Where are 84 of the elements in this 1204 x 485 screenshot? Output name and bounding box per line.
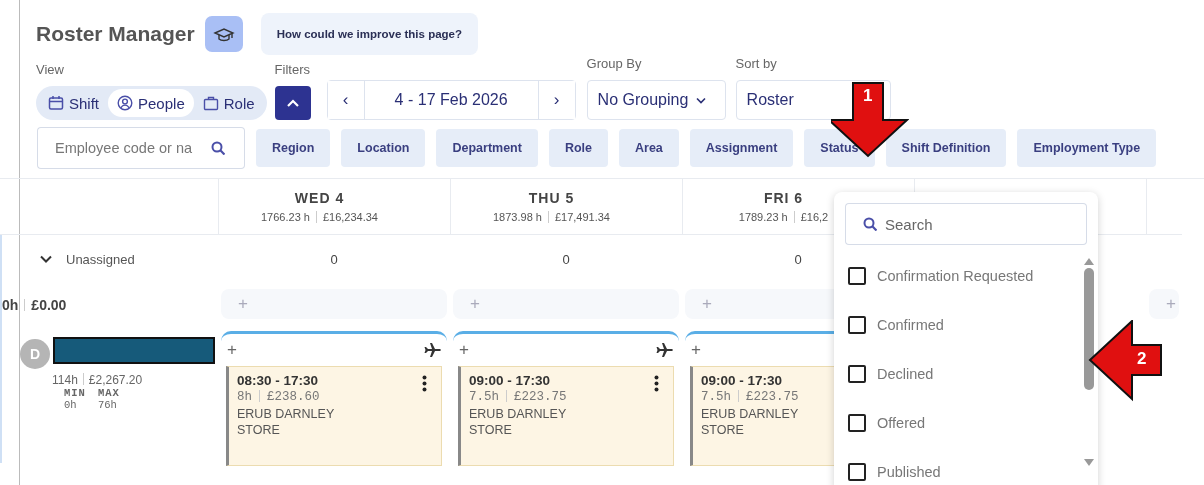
employee-hours: 114h bbox=[52, 373, 78, 387]
min-hours: 0h bbox=[64, 399, 78, 411]
shift-location: ERUB DARNLEY STORE bbox=[469, 406, 568, 439]
chevron-down-icon[interactable] bbox=[40, 255, 52, 263]
filter-chip[interactable]: Region bbox=[256, 129, 331, 167]
day-heading: FRI 6 bbox=[763, 190, 804, 206]
checkbox[interactable] bbox=[848, 266, 866, 285]
view-label: View bbox=[36, 62, 65, 77]
status-option-label: Confirmed bbox=[877, 316, 944, 333]
shift-cost: £223.75 bbox=[514, 390, 567, 404]
kebab-menu-icon bbox=[654, 375, 659, 392]
hours-total: 1789.23 h bbox=[738, 211, 788, 223]
view-option-tab[interactable]: Shift bbox=[39, 89, 108, 117]
annotation-number: 1 bbox=[863, 86, 873, 106]
shift-time: 09:00 - 17:30 bbox=[469, 373, 551, 388]
shift-hours: 7.5h bbox=[469, 390, 499, 404]
shift-location: ERUB DARNLEY STORE bbox=[237, 406, 336, 439]
hours-total: 1873.98 h bbox=[493, 211, 542, 223]
cost-total: £16,2 bbox=[800, 211, 829, 223]
left-arrow-icon bbox=[1088, 320, 1164, 402]
cost-total: £17,491.34 bbox=[554, 211, 610, 223]
tutorial-button[interactable] bbox=[204, 15, 243, 52]
chevron-down-icon bbox=[696, 96, 707, 104]
status-option-label: Confirmation Requested bbox=[877, 267, 1034, 284]
max-hours: 76h bbox=[98, 399, 118, 411]
shift-hours: 8h bbox=[237, 390, 252, 404]
group-by-label: Group By bbox=[586, 56, 643, 71]
add-shift-button[interactable]: + bbox=[459, 340, 469, 360]
person-icon bbox=[117, 95, 133, 111]
filter-chip[interactable]: Department bbox=[436, 129, 538, 167]
day-heading: THU 5 bbox=[528, 190, 575, 206]
avatar: D bbox=[20, 339, 50, 369]
scroll-up-icon[interactable] bbox=[1083, 257, 1095, 266]
filter-chip[interactable]: Shift Definition bbox=[885, 129, 1007, 167]
airplane-icon bbox=[654, 342, 673, 358]
cost-total: £16,234.34 bbox=[322, 211, 378, 223]
hours-total: 0h bbox=[2, 297, 19, 313]
filters-label: Filters bbox=[274, 62, 311, 77]
add-shift-button[interactable]: + bbox=[691, 340, 701, 360]
kebab-menu-icon bbox=[422, 375, 427, 392]
employee-cost: £2,267.20 bbox=[88, 373, 143, 387]
cost-total: £0.00 bbox=[31, 297, 67, 313]
min-label: MIN bbox=[64, 387, 87, 399]
shift-card[interactable]: 08:30 - 17:30 8h £238.60 ERUB DARNLEY STORE bbox=[226, 366, 442, 466]
checkbox[interactable] bbox=[848, 413, 866, 432]
filter-chip[interactable]: Role bbox=[548, 129, 608, 167]
shift-location: ERUB DARNLEY STORE bbox=[701, 406, 800, 439]
status-option-label: Published bbox=[877, 463, 941, 480]
calendar-icon bbox=[48, 95, 64, 111]
shift-count: 0 bbox=[330, 251, 338, 267]
shift-count: 0 bbox=[562, 251, 570, 267]
view-option-tab[interactable]: People bbox=[108, 89, 194, 117]
filter-chip[interactable]: Location bbox=[341, 129, 426, 167]
filter-chip[interactable]: Assignment bbox=[689, 129, 794, 167]
shift-time: 08:30 - 17:30 bbox=[237, 373, 319, 388]
shift-time: 09:00 - 17:30 bbox=[701, 373, 783, 388]
annotation-number: 2 bbox=[1137, 349, 1147, 369]
filters-toggle-button[interactable] bbox=[274, 86, 311, 120]
checkbox[interactable] bbox=[848, 462, 866, 481]
shift-hours: 7.5h bbox=[701, 390, 731, 404]
shift-cost: £238.60 bbox=[267, 390, 320, 404]
add-shift-button[interactable]: + bbox=[227, 340, 237, 360]
checkbox[interactable] bbox=[848, 364, 866, 383]
day-heading: WED 4 bbox=[294, 190, 345, 206]
shift-card[interactable]: 09:00 - 17:30 7.5h £223.75 ERUB DARNLEY STORE bbox=[458, 366, 674, 466]
group-label: Unassigned bbox=[66, 251, 135, 267]
view-option-tab[interactable]: Role bbox=[193, 89, 264, 117]
chevron-up-icon bbox=[285, 97, 300, 109]
sort-by-label: Sort by bbox=[735, 56, 778, 71]
date-range-display: 4 - 17 Feb 2026 bbox=[363, 81, 539, 119]
scrollbar-thumb[interactable] bbox=[1084, 268, 1094, 390]
max-label: MAX bbox=[98, 387, 121, 399]
feedback-button[interactable]: How could we improve this page? bbox=[260, 12, 479, 55]
group-by-dropdown[interactable]: No Grouping bbox=[586, 80, 726, 120]
page-title: Roster Manager bbox=[36, 21, 195, 46]
scroll-down-icon[interactable] bbox=[1083, 458, 1095, 467]
hours-total: 1766.23 h bbox=[261, 211, 310, 223]
filter-chip[interactable]: Area bbox=[619, 129, 679, 167]
checkbox[interactable] bbox=[848, 315, 866, 334]
airplane-icon bbox=[422, 342, 441, 358]
briefcase-icon bbox=[202, 95, 219, 111]
shift-count: 0 bbox=[794, 251, 802, 267]
filter-chip[interactable]: Employment Type bbox=[1017, 129, 1157, 167]
shift-cost: £223.75 bbox=[746, 390, 799, 404]
